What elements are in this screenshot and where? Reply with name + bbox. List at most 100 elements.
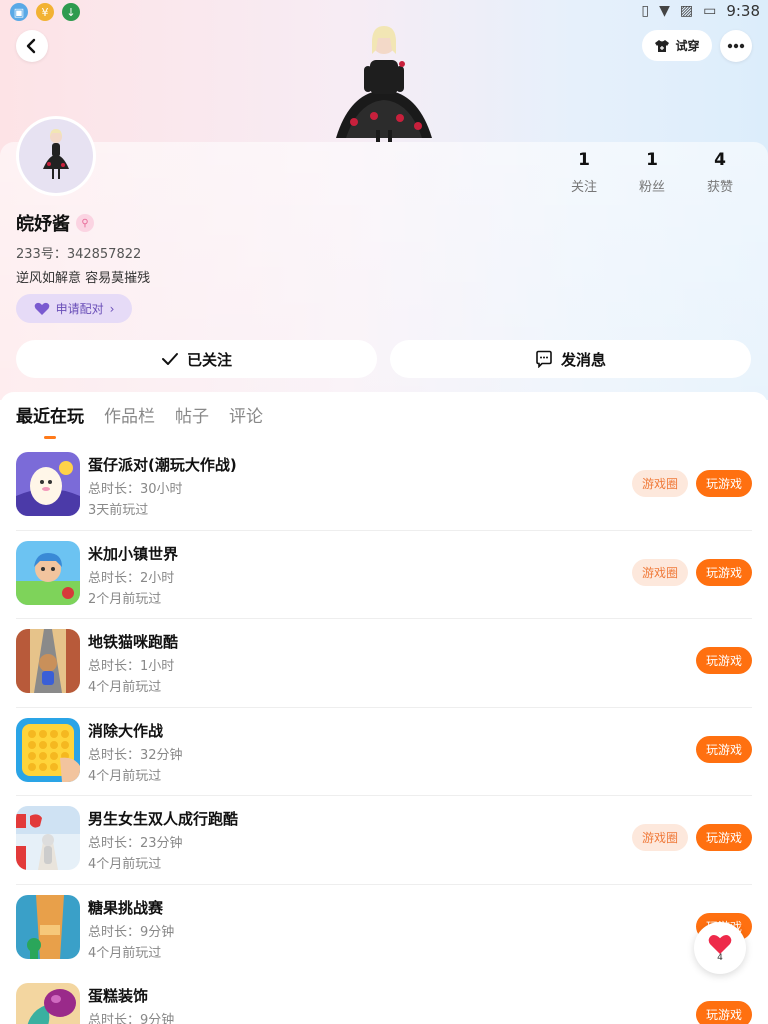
tab-recent-playing-label: 最近在玩 bbox=[16, 407, 84, 427]
message-bubble-icon bbox=[536, 350, 552, 368]
game-row[interactable]: 地铁猫咪跑酷 总时长：1小时 4个月前玩过 玩游戏 bbox=[0, 619, 768, 708]
vibrate-icon: ▯ bbox=[641, 3, 650, 19]
game-row[interactable]: 米加小镇世界 总时长：2小时 2个月前玩过 游戏圈 玩游戏 bbox=[0, 531, 768, 620]
coin-icon: ¥ bbox=[36, 3, 54, 21]
play-game-button[interactable]: 玩游戏 bbox=[696, 824, 752, 851]
game-duration: 总时长：23分钟 bbox=[88, 836, 183, 851]
chevron-right-icon: › bbox=[109, 301, 115, 316]
tab-comments-label: 评论 bbox=[229, 407, 263, 427]
profile-uid: 233号：342857822 bbox=[16, 247, 142, 262]
active-tab-indicator bbox=[44, 436, 56, 439]
play-game-button[interactable]: 玩游戏 bbox=[696, 470, 752, 497]
game-duration: 总时长：32分钟 bbox=[88, 747, 183, 763]
game-duration: 总时长：9分钟 bbox=[88, 924, 175, 940]
avatar-figure-icon bbox=[43, 129, 69, 179]
wifi-icon: ▼ bbox=[659, 3, 670, 19]
stat-following-label: 关注 bbox=[570, 180, 597, 195]
profile-tabs: 最近在玩 作品栏 帖子 评论 bbox=[16, 402, 263, 439]
game-row[interactable]: 蛋糕装饰 总时长：9分钟 玩游戏 bbox=[0, 973, 768, 1024]
purple-heart-icon bbox=[34, 302, 49, 315]
game-last-played: 4个月前玩过 bbox=[88, 945, 162, 961]
back-button[interactable] bbox=[16, 30, 48, 62]
play-game-button[interactable]: 玩游戏 bbox=[696, 1001, 752, 1024]
play-game-button[interactable]: 玩游戏 bbox=[696, 558, 752, 586]
try-on-button[interactable]: 试穿 bbox=[642, 30, 712, 61]
miga-town-icon bbox=[16, 540, 80, 605]
more-icon bbox=[727, 43, 745, 49]
stat-likes-value: 4 bbox=[714, 150, 726, 170]
battery-icon: ▭ bbox=[703, 3, 717, 19]
game-circle-button[interactable]: 游戏圈 bbox=[632, 824, 688, 851]
game-last-played: 2个月前玩过 bbox=[88, 591, 162, 607]
try-on-label: 试穿 bbox=[675, 39, 700, 53]
followed-label: 已关注 bbox=[186, 350, 232, 369]
game-duration: 总时长：1小时 bbox=[88, 659, 175, 674]
tab-posts[interactable]: 帖子 bbox=[175, 402, 209, 427]
tab-comments[interactable]: 评论 bbox=[229, 402, 263, 427]
game-circle-button[interactable]: 游戏圈 bbox=[632, 558, 688, 586]
game-title: 消除大作战 bbox=[88, 721, 164, 740]
more-button[interactable] bbox=[720, 30, 752, 62]
stat-likes-label: 获赞 bbox=[706, 180, 733, 195]
subway-cat-icon bbox=[16, 629, 80, 693]
play-game-button[interactable]: 玩游戏 bbox=[696, 735, 752, 763]
game-row[interactable]: 糖果挑战赛 总时长：9分钟 4个月前玩过 玩游戏 bbox=[0, 885, 768, 974]
game-last-played: 4个月前玩过 bbox=[88, 768, 162, 784]
game-row[interactable]: 蛋仔派对(潮玩大作战) 总时长：30小时 3天前玩过 游戏圈 玩游戏 bbox=[0, 442, 768, 531]
game-duration: 总时长：30小时 bbox=[88, 482, 183, 497]
profile-stats: 1 关注 1 粉丝 4 获赞 bbox=[550, 150, 754, 195]
status-time: 9:38 bbox=[726, 2, 760, 20]
game-title: 糖果挑战赛 bbox=[88, 898, 164, 917]
pop-it-icon bbox=[16, 717, 80, 782]
send-message-label: 发消息 bbox=[560, 350, 606, 369]
back-arrow-icon bbox=[26, 38, 36, 54]
apply-pair-button[interactable]: 申请配对 › bbox=[16, 294, 132, 323]
recent-games-list: 蛋仔派对(潮玩大作战) 总时长：30小时 3天前玩过 游戏圈 玩游戏 米加小镇世… bbox=[0, 442, 768, 1024]
profile-avatar[interactable] bbox=[16, 116, 96, 196]
floating-like-button[interactable]: 4 bbox=[694, 922, 746, 974]
game-row[interactable]: 消除大作战 总时长：32分钟 4个月前玩过 玩游戏 bbox=[0, 708, 768, 797]
stat-fans-value: 1 bbox=[646, 150, 658, 170]
game-last-played: 4个月前玩过 bbox=[88, 680, 162, 695]
apply-pair-label: 申请配对 bbox=[55, 302, 104, 316]
character-avatar-figure bbox=[336, 26, 432, 142]
game-row[interactable]: 男生女生双人成行跑酷 总时长：23分钟 4个月前玩过 游戏圈 玩游戏 bbox=[0, 796, 768, 885]
tab-recent-playing[interactable]: 最近在玩 bbox=[16, 402, 84, 439]
followed-button[interactable]: 已关注 bbox=[16, 340, 377, 378]
game-title: 地铁猫咪跑酷 bbox=[88, 633, 179, 651]
candy-challenge-icon bbox=[16, 894, 80, 959]
game-title: 男生女生双人成行跑酷 bbox=[88, 810, 239, 828]
egg-party-icon bbox=[16, 452, 80, 516]
profile-content: 最近在玩 作品栏 帖子 评论 蛋仔派对(潮玩大作战) 总时长：30小时 3天前玩… bbox=[0, 392, 768, 1024]
game-title: 米加小镇世界 bbox=[88, 544, 179, 563]
profile-bio: 逆风如解意 容易莫摧残 bbox=[16, 271, 151, 286]
game-title: 蛋糕装饰 bbox=[88, 987, 149, 1005]
game-circle-button[interactable]: 游戏圈 bbox=[632, 470, 688, 497]
stat-following-value: 1 bbox=[578, 150, 590, 170]
tab-works-label: 作品栏 bbox=[104, 407, 155, 427]
like-count: 4 bbox=[717, 952, 723, 963]
no-sim-icon: ▨ bbox=[679, 3, 694, 19]
game-last-played: 4个月前玩过 bbox=[88, 857, 162, 872]
tab-works[interactable]: 作品栏 bbox=[104, 402, 155, 427]
game-last-played: 3天前玩过 bbox=[88, 503, 149, 518]
send-message-button[interactable]: 发消息 bbox=[390, 340, 751, 378]
game-title: 蛋仔派对(潮玩大作战) bbox=[88, 456, 237, 474]
stat-following[interactable]: 1 关注 bbox=[550, 150, 618, 195]
stat-fans[interactable]: 1 粉丝 bbox=[618, 150, 686, 195]
cake-decor-icon bbox=[16, 983, 80, 1024]
check-icon bbox=[161, 353, 178, 365]
game-duration: 总时长：2小时 bbox=[88, 570, 175, 586]
game-duration: 总时长：9分钟 bbox=[88, 1013, 175, 1024]
stat-likes[interactable]: 4 获赞 bbox=[686, 150, 754, 195]
profile-name-row: 皖妤酱 ⚲ bbox=[16, 210, 94, 236]
tab-posts-label: 帖子 bbox=[175, 407, 209, 427]
profile-name: 皖妤酱 bbox=[16, 214, 70, 235]
play-game-button[interactable]: 玩游戏 bbox=[696, 647, 752, 674]
boy-girl-run-icon bbox=[16, 806, 80, 870]
red-heart-icon bbox=[708, 934, 732, 954]
store-icon: ▣ bbox=[10, 3, 28, 21]
tshirt-icon bbox=[655, 39, 670, 52]
download-icon: ↓ bbox=[62, 3, 80, 21]
stat-fans-label: 粉丝 bbox=[638, 180, 665, 195]
